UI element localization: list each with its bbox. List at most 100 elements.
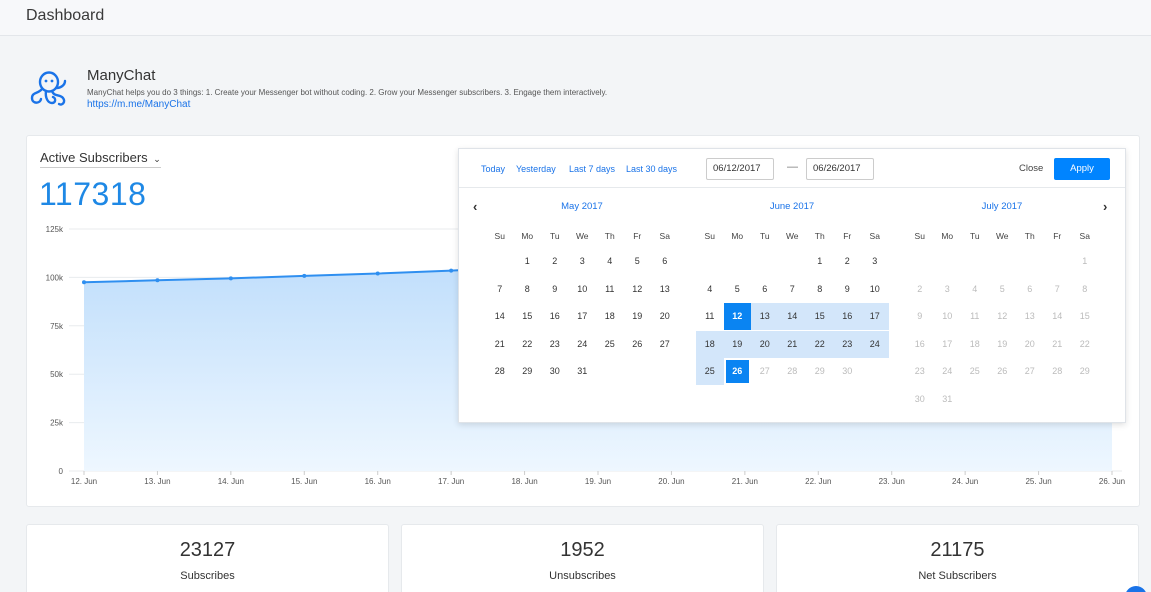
calendar-day[interactable]: 11 <box>961 303 989 330</box>
close-button[interactable]: Close <box>1019 163 1043 174</box>
calendar-day[interactable]: 23 <box>906 358 934 385</box>
calendar-day[interactable]: 31 <box>569 358 597 385</box>
calendar-day[interactable]: 28 <box>779 358 807 385</box>
calendar-day[interactable]: 28 <box>486 358 514 385</box>
calendar-day[interactable]: 17 <box>569 303 597 330</box>
calendar-day[interactable]: 4 <box>696 276 724 303</box>
calendar-day[interactable]: 24 <box>934 358 962 385</box>
calendar-day[interactable]: 25 <box>596 331 624 358</box>
calendar-day[interactable]: 16 <box>541 303 569 330</box>
calendar-day[interactable]: 29 <box>806 358 834 385</box>
calendar-day[interactable]: 11 <box>696 303 724 330</box>
calendar-day[interactable]: 10 <box>569 276 597 303</box>
preset-today[interactable]: Today <box>481 164 505 174</box>
chevron-left-icon[interactable]: ‹ <box>473 199 477 214</box>
calendar-day[interactable]: 20 <box>1016 331 1044 358</box>
calendar-day[interactable]: 20 <box>651 303 679 330</box>
calendar-day[interactable]: 30 <box>541 358 569 385</box>
preset-last-7-days[interactable]: Last 7 days <box>569 164 615 174</box>
calendar-day[interactable]: 26 <box>989 358 1017 385</box>
calendar-day[interactable]: 27 <box>651 331 679 358</box>
calendar-day[interactable]: 29 <box>1071 358 1099 385</box>
calendar-day[interactable]: 22 <box>514 331 542 358</box>
calendar-day[interactable]: 24 <box>861 330 889 358</box>
calendar-day[interactable]: 5 <box>989 276 1017 303</box>
calendar-day[interactable]: 26 <box>723 358 751 385</box>
calendar-day[interactable]: 7 <box>779 276 807 303</box>
calendar-day[interactable]: 23 <box>833 330 861 358</box>
calendar-day[interactable]: 29 <box>514 358 542 385</box>
calendar-day[interactable]: 13 <box>751 303 779 330</box>
chevron-right-icon[interactable]: › <box>1103 199 1107 214</box>
calendar-day[interactable]: 8 <box>514 276 542 303</box>
calendar-day[interactable]: 12 <box>989 303 1017 330</box>
calendar-day[interactable]: 18 <box>596 303 624 330</box>
calendar-day[interactable]: 19 <box>989 331 1017 358</box>
calendar-day[interactable]: 2 <box>541 248 569 275</box>
calendar-day[interactable]: 10 <box>861 276 889 303</box>
calendar-day[interactable]: 6 <box>651 248 679 275</box>
calendar-day[interactable]: 3 <box>934 276 962 303</box>
calendar-day[interactable]: 27 <box>751 358 779 385</box>
calendar-day[interactable]: 17 <box>934 331 962 358</box>
calendar-day[interactable]: 2 <box>906 276 934 303</box>
calendar-day[interactable]: 9 <box>541 276 569 303</box>
calendar-day[interactable]: 28 <box>1044 358 1072 385</box>
calendar-day[interactable]: 3 <box>861 248 889 275</box>
calendar-day[interactable]: 12 <box>723 303 751 330</box>
calendar-day[interactable]: 8 <box>806 276 834 303</box>
calendar-day[interactable]: 15 <box>806 303 834 330</box>
calendar-day[interactable]: 13 <box>651 276 679 303</box>
calendar-day[interactable]: 27 <box>1016 358 1044 385</box>
calendar-day[interactable]: 22 <box>806 330 834 358</box>
calendar-day[interactable]: 31 <box>934 386 962 413</box>
calendar-day[interactable]: 3 <box>569 248 597 275</box>
calendar-day[interactable]: 25 <box>696 358 724 385</box>
calendar-day[interactable]: 12 <box>624 276 652 303</box>
start-date-input[interactable]: 06/12/2017 <box>706 158 774 180</box>
calendar-day[interactable]: 5 <box>624 248 652 275</box>
calendar-day[interactable]: 30 <box>834 358 862 385</box>
bot-link[interactable]: https://m.me/ManyChat <box>87 99 190 110</box>
preset-yesterday[interactable]: Yesterday <box>516 164 556 174</box>
calendar-day[interactable]: 4 <box>961 276 989 303</box>
calendar-day[interactable]: 25 <box>961 358 989 385</box>
calendar-day[interactable]: 14 <box>1044 303 1072 330</box>
calendar-day[interactable]: 7 <box>1044 276 1072 303</box>
calendar-day[interactable]: 6 <box>751 276 779 303</box>
calendar-day[interactable]: 7 <box>486 276 514 303</box>
calendar-day[interactable]: 18 <box>961 331 989 358</box>
calendar-day[interactable]: 19 <box>723 330 751 358</box>
calendar-day[interactable]: 19 <box>624 303 652 330</box>
calendar-day[interactable]: 16 <box>906 331 934 358</box>
calendar-day[interactable]: 30 <box>906 386 934 413</box>
calendar-day[interactable]: 13 <box>1016 303 1044 330</box>
calendar-day[interactable]: 14 <box>778 303 806 330</box>
calendar-day[interactable]: 21 <box>1044 331 1072 358</box>
calendar-day[interactable]: 6 <box>1016 276 1044 303</box>
calendar-day[interactable]: 5 <box>724 276 752 303</box>
calendar-day[interactable]: 9 <box>906 303 934 330</box>
calendar-day[interactable]: 17 <box>861 303 889 330</box>
calendar-day[interactable]: 26 <box>624 331 652 358</box>
calendar-day[interactable]: 4 <box>596 248 624 275</box>
calendar-day[interactable]: 9 <box>834 276 862 303</box>
calendar-day[interactable]: 21 <box>778 330 806 358</box>
calendar-day[interactable]: 22 <box>1071 331 1099 358</box>
calendar-day[interactable]: 23 <box>541 331 569 358</box>
calendar-day[interactable]: 24 <box>569 331 597 358</box>
calendar-day[interactable]: 16 <box>833 303 861 330</box>
calendar-day[interactable]: 18 <box>696 330 724 358</box>
calendar-day[interactable]: 8 <box>1071 276 1099 303</box>
calendar-day[interactable]: 21 <box>486 331 514 358</box>
preset-last-30-days[interactable]: Last 30 days <box>626 164 677 174</box>
calendar-day[interactable]: 15 <box>1071 303 1099 330</box>
calendar-day[interactable]: 2 <box>834 248 862 275</box>
calendar-day[interactable]: 14 <box>486 303 514 330</box>
calendar-day[interactable]: 1 <box>1071 248 1099 275</box>
calendar-day[interactable]: 20 <box>751 330 779 358</box>
calendar-day[interactable]: 1 <box>806 248 834 275</box>
metric-select[interactable]: Active Subscribers ⌄ <box>40 150 161 168</box>
calendar-day[interactable]: 15 <box>514 303 542 330</box>
calendar-day[interactable]: 10 <box>934 303 962 330</box>
